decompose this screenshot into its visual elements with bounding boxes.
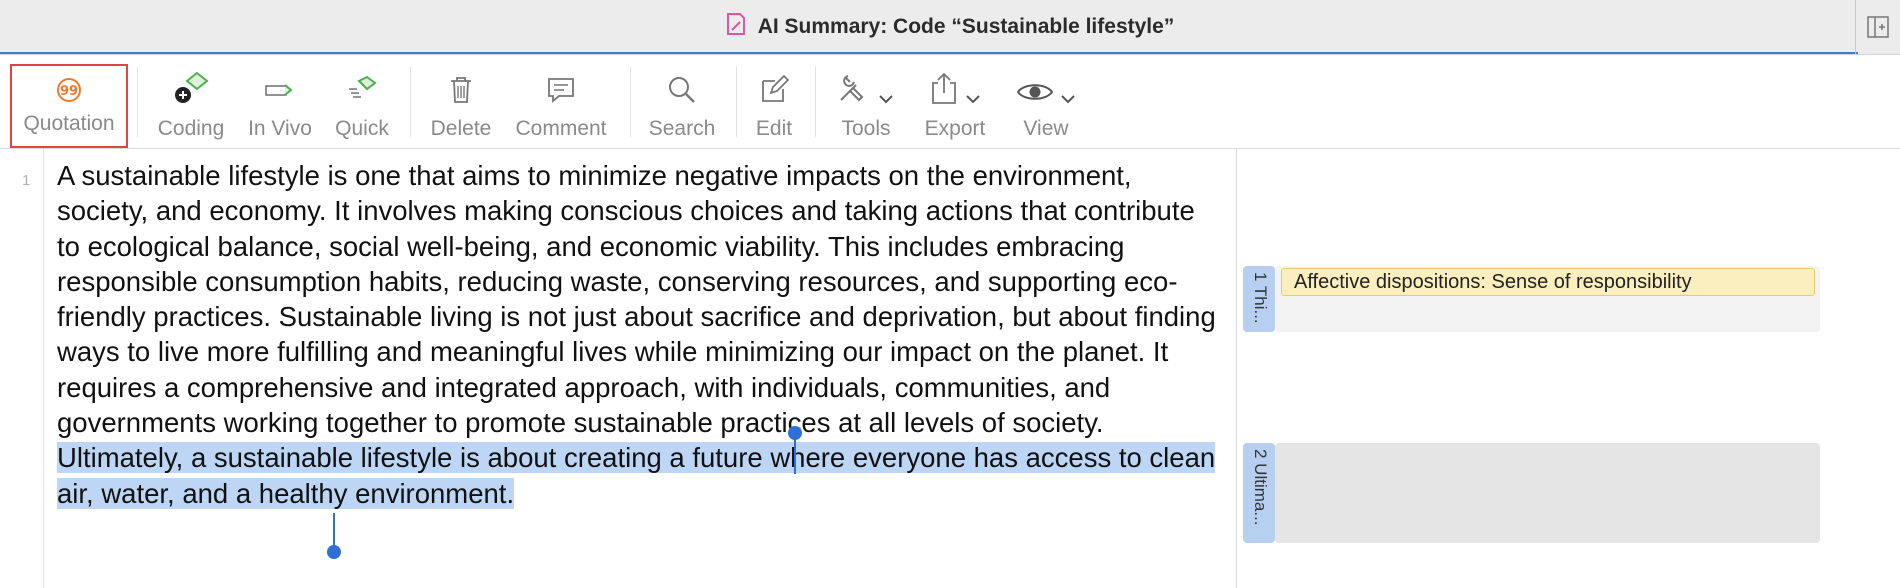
eye-icon [1016, 55, 1076, 105]
coding-icon [173, 55, 209, 105]
quotation-1-tab[interactable]: 1 Thi... [1243, 266, 1275, 332]
export-menu-button[interactable]: Export [914, 55, 996, 148]
title-bar: AI Summary: Code “Sustainable lifestyle” [0, 0, 1900, 55]
selection-start-handle[interactable] [788, 426, 802, 440]
active-tab-indicator [0, 52, 1858, 54]
share-icon [929, 55, 981, 105]
quotation-button[interactable]: 99 Quotation [10, 64, 128, 148]
edit-label: Edit [755, 117, 793, 140]
coding-button[interactable]: Coding [148, 55, 234, 148]
window-title: AI Summary: Code “Sustainable lifestyle” [0, 0, 1900, 54]
search-icon [667, 55, 697, 105]
sidebar-icon [1867, 16, 1889, 38]
in-vivo-button[interactable]: In Vivo [240, 55, 320, 148]
chevron-down-icon [966, 95, 980, 104]
margin-area-divider [1236, 149, 1237, 588]
selected-text[interactable]: Ultimately, a sustainable lifestyle is a… [57, 442, 1216, 509]
export-label: Export [924, 117, 986, 140]
quotation-2-tab[interactable]: 2 Ultima... [1243, 443, 1275, 543]
comment-label: Comment [515, 117, 607, 140]
quick-coding-button[interactable]: Quick [326, 55, 398, 148]
view-label: View [1023, 117, 1069, 140]
document-text[interactable]: A sustainable lifestyle is one that aims… [57, 158, 1222, 511]
toolbar-separator [630, 67, 631, 137]
toolbar: 99 Quotation Coding In Vivo Quick Delete… [0, 55, 1900, 149]
in-vivo-label: In Vivo [248, 117, 312, 140]
search-button[interactable]: Search [640, 55, 724, 148]
quick-coding-label: Quick [335, 117, 389, 140]
quotation-2-code-area [1275, 443, 1820, 543]
toolbar-separator [736, 67, 737, 137]
in-vivo-icon [263, 55, 297, 105]
search-label: Search [648, 117, 716, 140]
delete-label: Delete [430, 117, 492, 140]
toolbar-separator [815, 67, 816, 137]
selection-end-handle[interactable] [327, 545, 341, 559]
edit-icon [759, 55, 789, 105]
quotation-icon: 99 [56, 66, 82, 103]
comment-button[interactable]: Comment [508, 55, 614, 148]
svg-text:99: 99 [60, 84, 78, 99]
line-number: 1 [22, 172, 31, 189]
code-tag[interactable]: Affective dispositions: Sense of respons… [1281, 268, 1815, 296]
window-title-text: AI Summary: Code “Sustainable lifestyle” [757, 15, 1175, 38]
coding-label: Coding [157, 117, 225, 140]
sidebar-toggle-button[interactable] [1855, 0, 1900, 54]
toolbar-separator [137, 67, 138, 137]
tools-menu-button[interactable]: Tools [826, 55, 906, 148]
chevron-down-icon [879, 95, 893, 104]
view-menu-button[interactable]: View [1004, 55, 1088, 148]
tools-label: Tools [841, 117, 891, 140]
quotation-label: Quotation [23, 112, 115, 135]
toolbar-separator [410, 67, 411, 137]
document-icon [726, 12, 746, 42]
chevron-down-icon [1061, 95, 1075, 104]
delete-button[interactable]: Delete [420, 55, 502, 148]
quick-coding-icon [345, 55, 379, 105]
edit-button[interactable]: Edit [746, 55, 802, 148]
comment-icon [546, 55, 576, 105]
line-number-gutter [43, 149, 44, 588]
paragraph-text[interactable]: A sustainable lifestyle is one that aims… [57, 160, 1216, 438]
selection-start-caret [794, 436, 796, 474]
tools-icon [838, 55, 894, 105]
trash-icon [448, 55, 474, 105]
